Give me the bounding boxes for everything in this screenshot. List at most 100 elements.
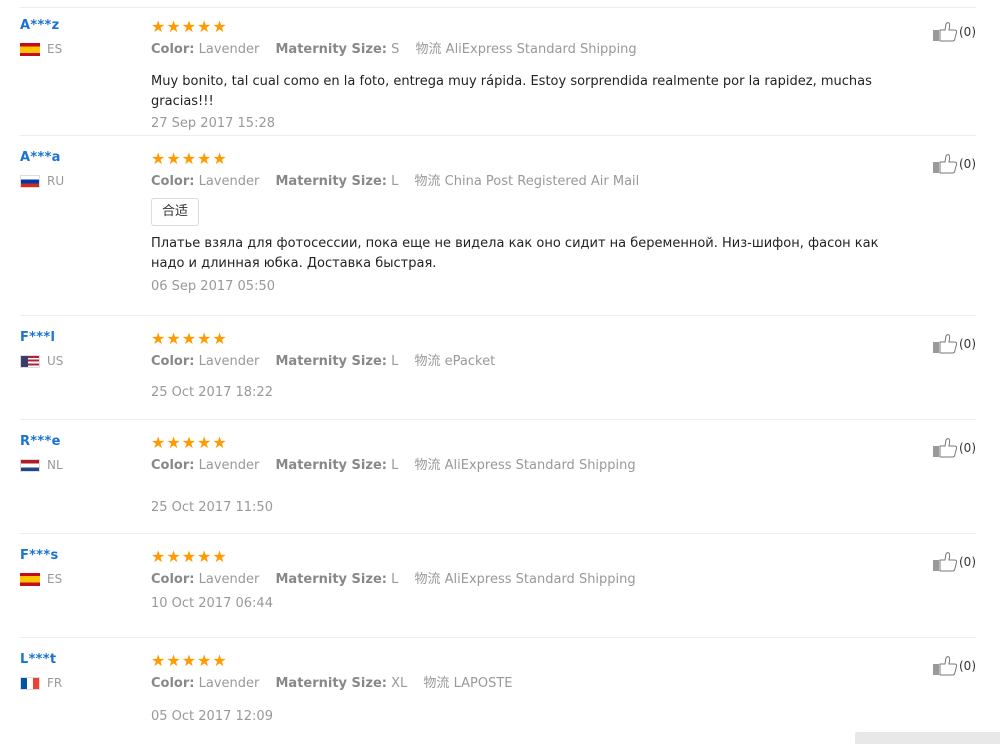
order-attributes: Color: Lavender Maternity Size: L 物流 Ali… [151, 458, 916, 474]
shipping-label: 物流 [415, 42, 442, 57]
star-rating: ★★★★★ [151, 651, 228, 670]
review-tag: 合适 [151, 198, 200, 226]
review-date: 10 Oct 2017 06:44 [151, 596, 273, 611]
size-value: XL [391, 676, 408, 691]
country-code: NL [47, 458, 63, 472]
review-content: ★★★★★ Color: Lavender Maternity Size: L … [151, 150, 916, 295]
color-value: Lavender [198, 354, 260, 369]
shipping-label: 物流 [414, 572, 441, 587]
color-label: Color: [151, 42, 195, 57]
russia-flag-icon [20, 175, 40, 188]
shipping-label: 物流 [414, 354, 441, 369]
review-item: A***z ES ★★★★★ Color: Lavender Maternity… [20, 4, 976, 136]
review-content: ★★★★★ Color: Lavender Maternity Size: L … [151, 548, 916, 612]
reviewer-name: A***a [20, 150, 61, 165]
review-date: 25 Oct 2017 18:22 [151, 385, 273, 400]
helpful-button[interactable]: (0) [932, 656, 976, 676]
helpful-count: (0) [959, 441, 976, 455]
shipping-value: ePacket [444, 354, 496, 369]
size-value: L [391, 174, 399, 189]
spain-flag-icon [20, 573, 40, 586]
size-value: S [391, 42, 400, 57]
thumbs-up-icon [932, 438, 959, 458]
shipping-value: LAPOSTE [453, 676, 513, 691]
bottom-overlay-bar [855, 732, 1000, 744]
usa-flag-icon [20, 355, 40, 368]
reviewer-country: NL [20, 459, 130, 472]
color-value: Lavender [198, 676, 260, 691]
shipping-label: 物流 [423, 676, 450, 691]
helpful-button[interactable]: (0) [932, 334, 976, 354]
star-rating: ★★★★★ [151, 17, 228, 36]
shipping-value: AliExpress Standard Shipping [444, 572, 636, 587]
country-code: ES [47, 572, 63, 586]
color-value: Lavender [198, 572, 260, 587]
reviewer-country: RU [20, 175, 130, 188]
helpful-button[interactable]: (0) [932, 552, 976, 572]
helpful-count: (0) [959, 157, 976, 171]
reviewer-info: F***l US [20, 330, 130, 368]
helpful-count: (0) [959, 25, 976, 39]
thumbs-up-icon [932, 552, 959, 572]
color-label: Color: [151, 354, 195, 369]
country-code: RU [47, 174, 65, 188]
review-item: R***e NL ★★★★★ Color: Lavender Maternity… [20, 420, 976, 534]
shipping-value: AliExpress Standard Shipping [445, 42, 637, 57]
review-content: ★★★★★ Color: Lavender Maternity Size: L … [151, 434, 916, 516]
shipping-value: AliExpress Standard Shipping [444, 458, 636, 473]
country-code: ES [47, 42, 63, 56]
reviewer-name: R***e [20, 434, 61, 449]
review-content: ★★★★★ Color: Lavender Maternity Size: XL… [151, 652, 916, 725]
star-rating: ★★★★★ [151, 547, 228, 566]
reviewer-info: A***z ES [20, 18, 130, 56]
order-attributes: Color: Lavender Maternity Size: L 物流 Ali… [151, 572, 916, 588]
order-attributes: Color: Lavender Maternity Size: L 物流 Chi… [151, 174, 916, 190]
color-label: Color: [151, 676, 195, 691]
review-item: L***t FR ★★★★★ Color: Lavender Maternity… [20, 638, 976, 738]
color-value: Lavender [198, 42, 260, 57]
helpful-count: (0) [959, 659, 976, 673]
review-text: Платье взяла для фотосессии, пока еще не… [151, 236, 879, 271]
reviewer-country: ES [20, 573, 130, 586]
reviewer-name: A***z [20, 18, 60, 33]
country-code: FR [47, 676, 63, 690]
order-attributes: Color: Lavender Maternity Size: S 物流 Ali… [151, 42, 916, 58]
size-value: L [391, 354, 399, 369]
thumbs-up-icon [932, 334, 959, 354]
shipping-value: China Post Registered Air Mail [444, 174, 640, 189]
reviewer-country: US [20, 355, 130, 368]
size-value: L [391, 572, 399, 587]
helpful-button[interactable]: (0) [932, 154, 976, 174]
netherlands-flag-icon [20, 459, 40, 472]
review-item: A***a RU ★★★★★ Color: Lavender Maternity… [20, 136, 976, 316]
size-label: Maternity Size: [275, 42, 387, 57]
reviewer-info: L***t FR [20, 652, 130, 690]
country-code: US [47, 354, 64, 368]
reviewer-country: ES [20, 43, 130, 56]
reviewer-country: FR [20, 677, 130, 690]
order-attributes: Color: Lavender Maternity Size: XL 物流 LA… [151, 676, 916, 692]
reviewer-name: F***s [20, 548, 59, 563]
size-label: Maternity Size: [275, 458, 387, 473]
reviewer-name: F***l [20, 330, 56, 345]
size-label: Maternity Size: [275, 676, 387, 691]
color-value: Lavender [198, 458, 260, 473]
review-date: 06 Sep 2017 05:50 [151, 279, 275, 294]
review-item: F***s ES ★★★★★ Color: Lavender Maternity… [20, 534, 976, 638]
spain-flag-icon [20, 43, 40, 56]
size-label: Maternity Size: [275, 572, 387, 587]
shipping-label: 物流 [414, 458, 441, 473]
helpful-button[interactable]: (0) [932, 438, 976, 458]
reviewer-name: L***t [20, 652, 57, 667]
review-content: ★★★★★ Color: Lavender Maternity Size: S … [151, 18, 916, 132]
reviewer-info: A***a RU [20, 150, 130, 188]
thumbs-up-icon [932, 154, 959, 174]
size-value: L [391, 458, 399, 473]
helpful-count: (0) [959, 337, 976, 351]
order-attributes: Color: Lavender Maternity Size: L 物流 ePa… [151, 354, 916, 370]
helpful-button[interactable]: (0) [932, 22, 976, 42]
color-label: Color: [151, 174, 195, 189]
reviewer-info: F***s ES [20, 548, 130, 586]
france-flag-icon [20, 677, 40, 690]
review-date: 27 Sep 2017 15:28 [151, 116, 275, 131]
